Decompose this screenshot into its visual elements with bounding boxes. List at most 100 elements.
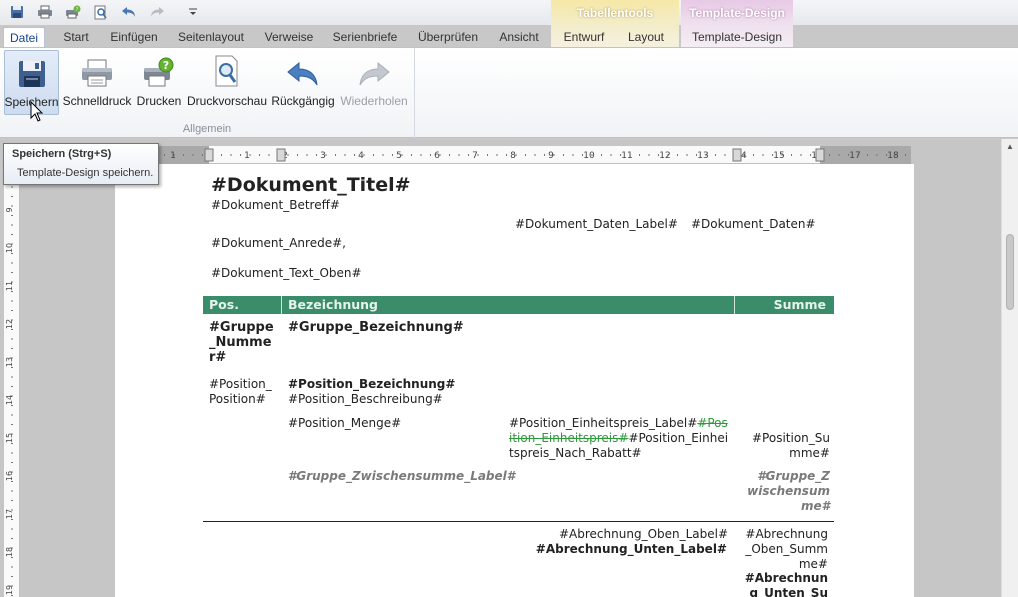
horizontal-ruler[interactable]: 1123456789101112131415161718 — [115, 146, 911, 164]
ribbon-group-separator — [414, 48, 415, 138]
position-bezeichnung: #Position_Bezeichnung# — [288, 377, 456, 391]
vertical-ruler-label: 16 — [5, 471, 14, 481]
druckvorschau-button[interactable]: Druckvorschau — [187, 50, 267, 115]
vertical-ruler-label: 10 — [5, 243, 14, 253]
context-group-tabellentools-title: Tabellentools — [576, 6, 654, 20]
wiederholen-button[interactable]: Wiederholen — [340, 50, 408, 115]
mouse-cursor-icon — [30, 100, 44, 126]
zwischensumme-line: wischensum — [747, 484, 830, 498]
abrechnung-oben-label: #Abrechnung_Oben_Label# — [559, 527, 729, 541]
vertical-ruler-label: 13 — [5, 357, 14, 367]
undo-icon[interactable] — [119, 3, 139, 21]
vertical-ruler-label: 11 — [5, 281, 14, 291]
quick-access-toolbar: ? — [0, 0, 1018, 25]
document-page[interactable]: #Dokument_Titel# #Dokument_Betreff# #Dok… — [115, 164, 914, 597]
position-nummer-line: Position# — [209, 392, 266, 406]
scroll-thumb[interactable] — [1006, 234, 1014, 310]
ruler-label: 8 — [510, 151, 516, 161]
ribbon-group-label: Allgemein — [182, 123, 232, 135]
ruler-ticks: 1123456789101112131415161718 — [116, 148, 906, 162]
position-einheitspreis-strike: #Pos — [697, 416, 728, 430]
print-quick-icon[interactable]: ? — [63, 3, 83, 21]
abrechnung-oben-summe-line: me# — [798, 557, 828, 571]
tab-ueberpruefen[interactable]: Überprüfen — [412, 27, 484, 48]
undo-icon — [285, 50, 321, 88]
gruppe-nummer: #Gruppe _Numme r# — [209, 320, 274, 365]
zwischensumme-line: me# — [801, 499, 830, 513]
redo-icon[interactable] — [147, 3, 167, 21]
position-einheitspreis-strike: ition_Einheitspreis# — [509, 431, 629, 445]
ruler-label: 7 — [472, 151, 478, 161]
gruppe-nummer-line: r# — [209, 350, 227, 365]
abrechnung-unten-label: #Abrechnung_Unten_Label# — [535, 542, 727, 556]
vertical-ruler-label: 14 — [5, 395, 14, 405]
printer-icon — [79, 50, 115, 88]
print-preview-icon[interactable] — [91, 3, 111, 21]
vertical-ruler-label: 19 — [5, 585, 14, 595]
ribbon-tab-row: Datei Start Einfügen Seitenlayout Verwei… — [0, 25, 1018, 48]
save-tooltip: Speichern (Strg+S) Template-Design speic… — [3, 143, 159, 185]
dokument-anrede: #Dokument_Anrede#, — [211, 236, 346, 250]
customize-dropdown-icon[interactable] — [183, 3, 203, 21]
position-nummer-line: #Position_ — [209, 377, 272, 391]
tab-einfuegen[interactable]: Einfügen — [107, 27, 161, 48]
tab-start[interactable]: Start — [56, 27, 96, 48]
ruler-label: 15 — [773, 151, 784, 161]
ruler-tab-marker[interactable] — [276, 148, 286, 162]
position-beschreibung: #Position_Beschreibung# — [288, 392, 443, 406]
ruler-label: 5 — [396, 151, 402, 161]
print-preview-icon — [209, 50, 245, 88]
header-pos: Pos. — [209, 297, 239, 312]
position-einheitspreis-rabatt: tspreis_Nach_Rabatt# — [509, 446, 642, 460]
ruler-label: 9 — [548, 151, 554, 161]
ruler-label: 17 — [849, 151, 860, 161]
context-group-template-design-title: Template-Design — [689, 6, 785, 20]
ruler-label: 3 — [320, 151, 326, 161]
redo-icon — [356, 50, 392, 88]
ruler-label: 6 — [434, 151, 440, 161]
print-icon[interactable] — [35, 3, 55, 21]
drucken-button[interactable]: ? Drucken — [136, 50, 182, 115]
wiederholen-label: Wiederholen — [340, 94, 408, 108]
svg-text:?: ? — [163, 59, 169, 72]
ruler-tab-marker[interactable] — [732, 148, 742, 162]
ruler-label: 18 — [887, 151, 899, 161]
dokument-daten: #Dokument_Daten# — [691, 217, 816, 231]
dokument-text-oben: #Dokument_Text_Oben# — [211, 266, 362, 280]
ribbon-panel: Speichern Schnelldruck ? Drucken Druckvo… — [0, 47, 1018, 138]
ruler-indent-marker[interactable] — [204, 148, 214, 162]
vertical-scrollbar[interactable]: ▲ — [1001, 139, 1018, 597]
abrechnung-unten-summe-line: #Abrechnun — [744, 571, 828, 585]
schnelldruck-button[interactable]: Schnelldruck — [62, 50, 132, 115]
tab-template-design[interactable]: Template-Design — [688, 27, 786, 48]
tab-seitenlayout[interactable]: Seitenlayout — [172, 27, 250, 48]
vertical-ruler[interactable]: 8910111213141516171819 — [4, 164, 20, 597]
ruler-label: 1 — [244, 151, 250, 161]
gruppe-zwischensumme: #Gruppe_Z wischensum me# — [740, 469, 830, 514]
ruler-label: 4 — [358, 151, 364, 161]
ruler-label: 12 — [659, 151, 670, 161]
tab-entwurf[interactable]: Entwurf — [558, 27, 610, 48]
table-header-row: Pos. Bezeichnung Summe — [203, 296, 834, 314]
tab-layout[interactable]: Layout — [622, 27, 670, 48]
scroll-up-icon[interactable]: ▲ — [1006, 142, 1014, 151]
tab-datei[interactable]: Datei — [3, 27, 45, 48]
tab-verweise[interactable]: Verweise — [260, 27, 318, 48]
abrechnung-oben-summe-line: #Abrechnung — [745, 527, 828, 541]
position-einheitspreis-block: #Position_Einheitspreis_Label##Pos ition… — [509, 416, 734, 461]
vertical-ruler-label: 18 — [5, 547, 14, 557]
abrechnung-unten-summe: #Abrechnun g_Unten_Su — [740, 571, 828, 597]
ruler-label: 11 — [621, 151, 632, 161]
header-bezeichnung: Bezeichnung — [288, 297, 378, 312]
ruler-label: 1 — [170, 151, 176, 161]
ruler-indent-marker[interactable] — [815, 148, 825, 162]
rueckgaengig-button[interactable]: Rückgängig — [271, 50, 335, 115]
svg-text:?: ? — [76, 7, 79, 13]
vertical-ruler-label: 17 — [5, 509, 14, 519]
save-icon[interactable] — [7, 3, 27, 21]
tab-serienbriefe[interactable]: Serienbriefe — [328, 27, 402, 48]
tab-ansicht[interactable]: Ansicht — [494, 27, 544, 48]
print-dialog-icon: ? — [141, 50, 177, 88]
position-menge: #Position_Menge# — [288, 416, 402, 430]
schnelldruck-label: Schnelldruck — [62, 94, 132, 108]
